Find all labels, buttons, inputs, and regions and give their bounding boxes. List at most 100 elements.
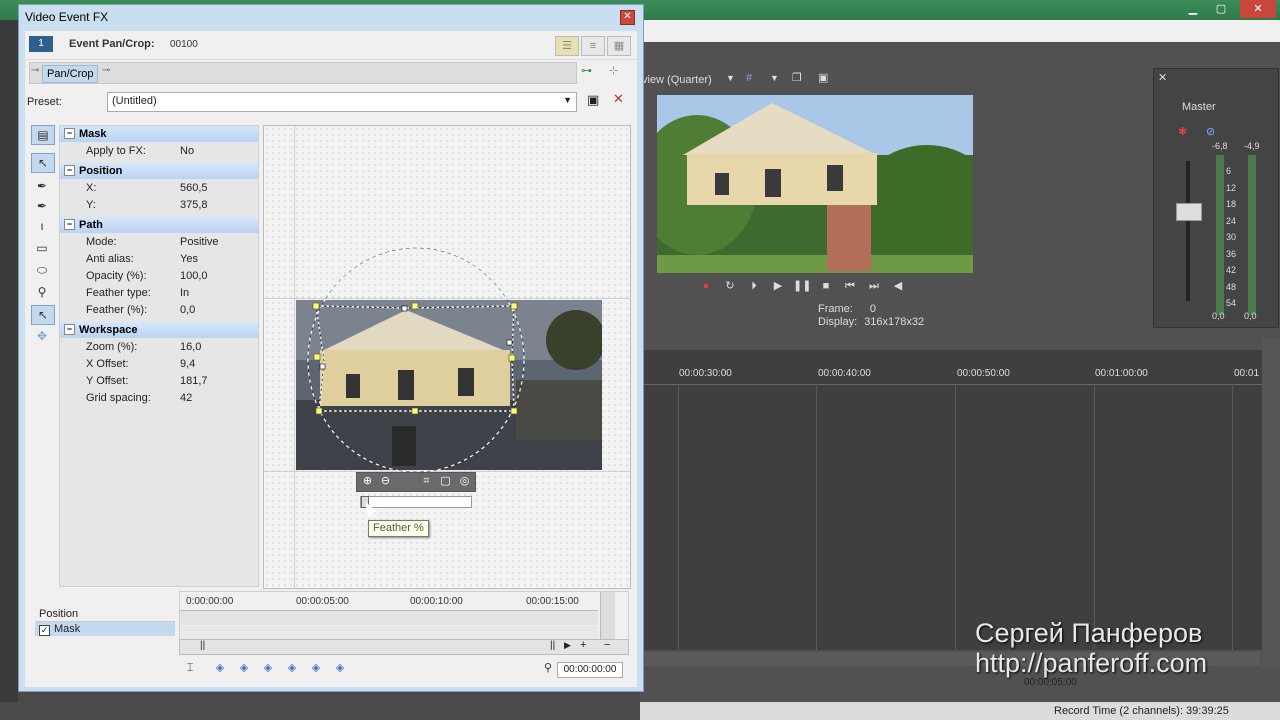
collapse-icon[interactable]: − — [64, 219, 75, 230]
zoom-out-time-icon[interactable]: − — [604, 639, 610, 651]
mask-path[interactable] — [315, 305, 515, 412]
keyframe-time-display[interactable]: 00:00:00:00 — [557, 662, 623, 678]
prop-row-x-offset[interactable]: X Offset: 9,4 — [60, 356, 258, 373]
prop-value[interactable]: Yes — [180, 251, 198, 268]
feather-slider[interactable] — [360, 496, 472, 508]
prev-frame-icon[interactable]: ◀ — [889, 277, 907, 295]
mask-anchor-handle[interactable] — [315, 407, 323, 415]
mask-overlay[interactable] — [264, 126, 630, 588]
delete-keyframe-icon[interactable]: ◈ — [333, 661, 347, 675]
play-from-start-icon[interactable]: ⏵ — [745, 277, 763, 295]
keyframe-timeline[interactable]: 0:00:00:00 00:00:05:00 00:00:10:00 00:00… — [179, 591, 629, 645]
zoom-tool-icon[interactable]: ⚲ — [31, 283, 53, 301]
collapse-icon[interactable]: − — [64, 324, 75, 335]
keyframe-track-position[interactable] — [180, 611, 598, 625]
copy-snapshot-icon[interactable]: ❐ — [792, 71, 802, 84]
host-maximize-button[interactable]: ▢ — [1208, 0, 1234, 18]
pause-icon[interactable]: ❚❚ — [793, 277, 811, 295]
host-vertical-scrollbar[interactable] — [1262, 338, 1280, 668]
anchor-creation-tool-icon[interactable]: ✒ — [31, 177, 53, 195]
mask-anchor-handle[interactable] — [312, 302, 320, 310]
first-keyframe-icon[interactable]: ◈ — [213, 661, 227, 675]
fit-to-window-icon[interactable]: ⌗ — [419, 474, 434, 489]
prop-value[interactable]: Positive — [180, 234, 219, 251]
mask-anchor-handle[interactable] — [510, 407, 518, 415]
dialog-titlebar[interactable]: Video Event FX ✕ — [19, 5, 643, 29]
prop-value[interactable]: 9,4 — [180, 356, 195, 373]
play-icon[interactable]: ▶ — [769, 277, 787, 295]
zoom-out-icon[interactable]: ⊖ — [378, 474, 393, 489]
save-snapshot-icon[interactable]: ▣ — [818, 71, 828, 84]
host-minimize-button[interactable]: ▁ — [1180, 0, 1206, 18]
mute-icon[interactable]: ⊘ — [1206, 125, 1215, 138]
preset-dropdown[interactable]: (Untitled) ▼ — [107, 92, 577, 112]
next-keyframe-icon[interactable]: ◈ — [285, 661, 299, 675]
tangent-handle[interactable] — [319, 363, 326, 370]
scroll-right-icon[interactable]: ▶ — [564, 640, 571, 651]
mask-anchor-handle[interactable] — [411, 302, 419, 310]
enable-snapping-icon[interactable]: ↖ — [31, 305, 55, 325]
prop-row-anti-alias[interactable]: Anti alias: Yes — [60, 251, 258, 268]
fx-settings-icon[interactable]: ✱ — [1178, 125, 1187, 138]
close-icon[interactable]: ✕ — [620, 10, 635, 25]
collapse-icon[interactable]: − — [64, 128, 75, 139]
section-mask[interactable]: − Mask — [60, 126, 258, 142]
add-keyframe-icon[interactable]: ◈ — [261, 661, 275, 675]
prop-value[interactable]: 375,8 — [180, 197, 208, 214]
prop-row-grid-spacing[interactable]: Grid spacing: 42 — [60, 390, 258, 407]
feather-ellipse[interactable] — [307, 247, 525, 473]
record-icon[interactable]: ● — [697, 277, 715, 295]
mask-anchor-handle[interactable] — [510, 302, 518, 310]
prop-row-apply-to-fx[interactable]: Apply to FX: No — [60, 143, 258, 160]
prop-row-feather-type[interactable]: Feather type: In — [60, 285, 258, 302]
go-to-end-icon[interactable]: ⏭ — [865, 277, 883, 295]
mask-anchor-handle[interactable] — [508, 354, 516, 362]
prop-value[interactable]: 42 — [180, 390, 192, 407]
circle-view-icon[interactable]: ◎ — [457, 474, 472, 489]
stop-icon[interactable]: ■ — [817, 277, 835, 295]
show-properties-icon[interactable]: ▤ — [31, 125, 55, 145]
ellipse-mask-tool-icon[interactable]: ⬭ — [31, 261, 53, 279]
prev-keyframe-icon[interactable]: ◈ — [237, 661, 251, 675]
zoom-in-time-icon[interactable]: + — [580, 639, 586, 651]
master-fader-handle[interactable] — [1176, 203, 1202, 221]
prop-row-y[interactable]: Y: 375,8 — [60, 197, 258, 214]
view-list-icon[interactable]: ☰ — [555, 36, 579, 56]
rectangle-mask-tool-icon[interactable]: ▭ — [31, 239, 53, 257]
mask-anchor-handle[interactable] — [313, 353, 321, 361]
plugin-chain-icon[interactable]: ⊶ — [581, 64, 592, 77]
mask-anchor-handle[interactable] — [411, 407, 419, 415]
close-icon[interactable]: ✕ — [1158, 71, 1167, 84]
mask-workspace[interactable]: ⊕ ⊖ ⌗ ▢ ◎ Feather % — [263, 125, 631, 589]
prop-row-mode[interactable]: Mode: Positive — [60, 234, 258, 251]
center-frame-icon[interactable]: ▢ — [438, 474, 453, 489]
overlays-grid-icon[interactable]: # — [746, 72, 752, 84]
prop-value[interactable]: No — [180, 143, 194, 160]
save-icon[interactable]: ▣ — [587, 92, 599, 108]
chevron-down-icon[interactable]: ▼ — [726, 73, 735, 83]
section-position[interactable]: − Position — [60, 163, 258, 179]
prop-value[interactable]: In — [180, 285, 189, 302]
delete-icon[interactable]: ✕ — [613, 91, 624, 107]
track-mask[interactable]: ✓ Mask — [35, 622, 175, 636]
anchor-deletion-tool-icon[interactable]: ✒ — [31, 197, 53, 215]
prop-value[interactable]: 560,5 — [180, 180, 208, 197]
sync-cursor-icon[interactable]: ⌶ — [183, 661, 197, 675]
normal-edit-tool-icon[interactable]: ↖ — [31, 153, 55, 173]
view-compact-icon[interactable]: ≡ — [581, 36, 605, 56]
prop-row-x[interactable]: X: 560,5 — [60, 180, 258, 197]
keyframe-vertical-scrollbar[interactable] — [600, 592, 615, 640]
loop-icon[interactable]: ↻ — [721, 277, 739, 295]
zoom-in-icon[interactable]: ⊕ — [360, 474, 375, 489]
tangent-handle[interactable] — [401, 305, 408, 312]
lock-aspect-icon[interactable]: ✥ — [31, 327, 53, 345]
prop-row-opacity[interactable]: Opacity (%): 100,0 — [60, 268, 258, 285]
mask-enable-checkbox[interactable]: ✓ — [39, 625, 50, 636]
keyframe-horizontal-scrollbar[interactable]: || || ▶ + − — [179, 639, 629, 655]
section-workspace[interactable]: − Workspace — [60, 322, 258, 338]
prop-value[interactable]: 16,0 — [180, 339, 201, 356]
split-tangent-tool-icon[interactable]: ı — [31, 217, 53, 235]
fx-chain-chip[interactable]: 1 — [29, 36, 53, 52]
prop-row-feather[interactable]: Feather (%): 0,0 — [60, 302, 258, 319]
prop-value[interactable]: 0,0 — [180, 302, 195, 319]
